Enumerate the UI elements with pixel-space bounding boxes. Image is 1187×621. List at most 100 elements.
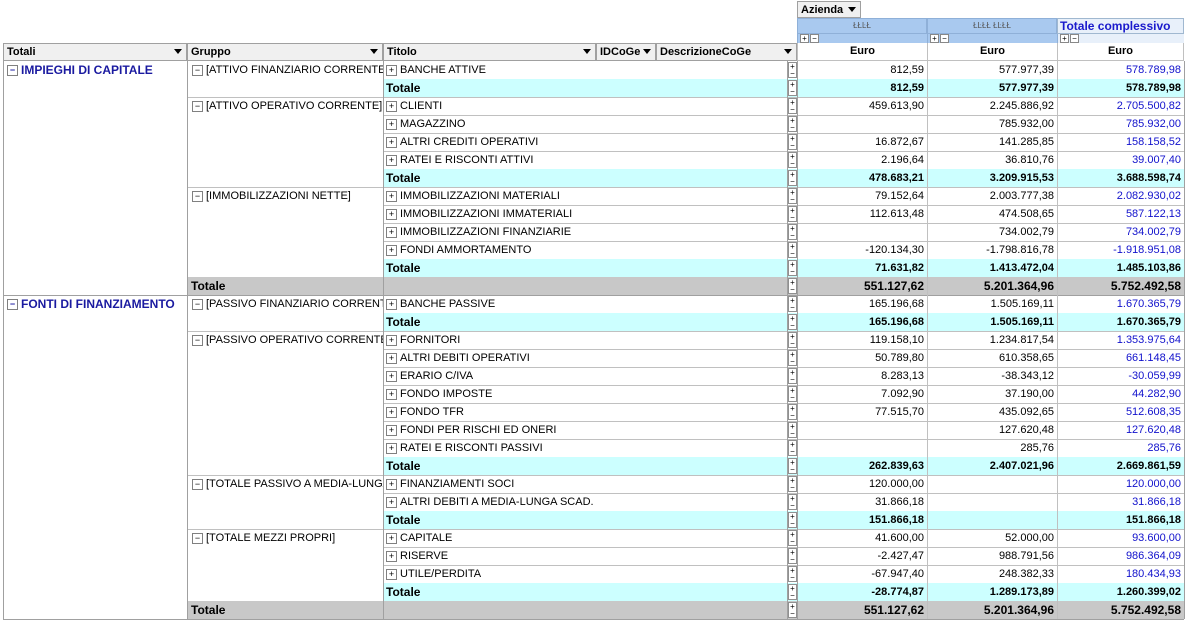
expand-icon[interactable]: + (930, 34, 939, 43)
title-cell[interactable]: + IMMOBILIZZAZIONI FINANZIARIE (383, 223, 787, 241)
expand-icon[interactable]: + (800, 34, 809, 43)
expand-collapse-button[interactable]: + − (788, 548, 797, 564)
title-cell[interactable]: + FONDI AMMORTAMENTO (383, 241, 787, 259)
expand-icon[interactable]: + (386, 298, 397, 310)
section-cell[interactable]: − FONTI DI FINANZIAMENTO (3, 295, 187, 313)
group-cell[interactable]: − [ATTIVO OPERATIVO CORRENTE] (187, 97, 383, 115)
collapse-icon[interactable]: − (192, 190, 203, 202)
expand-icon[interactable]: + (386, 100, 397, 112)
expand-collapse-button[interactable]: + − (788, 530, 797, 546)
expand-collapse-button[interactable]: + − (788, 296, 797, 312)
row-header-descrizione[interactable]: DescrizioneCoGe (656, 43, 797, 61)
title-cell[interactable]: + RATEI E RISCONTI ATTIVI (383, 151, 787, 169)
row-header-titolo[interactable]: Titolo (383, 43, 596, 61)
expand-collapse-button[interactable]: + − (788, 386, 797, 402)
expand-icon[interactable]: + (386, 352, 397, 364)
expand-icon[interactable]: + (386, 226, 397, 238)
collapse-icon[interactable]: − (1070, 34, 1079, 43)
expand-collapse-button[interactable]: + − (788, 512, 797, 528)
expand-collapse-button[interactable]: + − (788, 566, 797, 582)
expand-collapse-button[interactable]: + − (788, 314, 797, 330)
expand-icon[interactable]: + (386, 64, 397, 76)
expand-collapse-button[interactable]: + − (788, 116, 797, 132)
title-cell[interactable]: + FONDO TFR (383, 403, 787, 421)
expand-icon[interactable]: + (386, 136, 397, 148)
row-header-gruppo[interactable]: Gruppo (187, 43, 383, 61)
expand-icon[interactable]: + (386, 154, 397, 166)
collapse-icon[interactable]: − (810, 34, 819, 43)
expand-collapse-button[interactable]: + − (788, 170, 797, 186)
expand-collapse-button[interactable]: + − (788, 368, 797, 384)
expand-collapse-button[interactable]: + − (788, 584, 797, 600)
section-cell[interactable]: − IMPIEGHI DI CAPITALE (3, 61, 187, 79)
row-header-totali[interactable]: Totali (3, 43, 187, 61)
title-cell[interactable]: + BANCHE ATTIVE (383, 61, 787, 79)
expand-collapse-button[interactable]: + − (788, 440, 797, 456)
expand-icon[interactable]: + (386, 496, 397, 508)
expand-icon[interactable]: + (386, 568, 397, 580)
expand-collapse-button[interactable]: + − (788, 332, 797, 348)
group-cell[interactable]: − [IMMOBILIZZAZIONI NETTE] (187, 187, 383, 205)
column-header-grand-total[interactable]: Totale complessivo (1057, 18, 1184, 34)
azienda-filter[interactable]: Azienda (797, 1, 861, 18)
title-cell[interactable]: + ALTRI DEBITI OPERATIVI (383, 349, 787, 367)
expand-icon[interactable]: + (386, 190, 397, 202)
collapse-icon[interactable]: − (192, 100, 203, 112)
expand-icon[interactable]: + (386, 532, 397, 544)
expand-icon[interactable]: + (386, 424, 397, 436)
expand-collapse-button[interactable]: + − (788, 476, 797, 492)
collapse-icon[interactable]: − (192, 334, 203, 346)
expand-collapse-button[interactable]: + − (788, 350, 797, 366)
title-cell[interactable]: + FINANZIAMENTI SOCI (383, 475, 787, 493)
collapse-icon[interactable]: − (192, 64, 203, 76)
expand-icon[interactable]: + (386, 442, 397, 454)
group-cell[interactable]: − [PASSIVO OPERATIVO CORRENTE] (187, 331, 383, 349)
collapse-icon[interactable]: − (192, 298, 203, 310)
title-cell[interactable]: + RATEI E RISCONTI PASSIVI (383, 439, 787, 457)
group-cell[interactable]: − [ATTIVO FINANZIARIO CORRENTE] (187, 61, 383, 79)
expand-collapse-button[interactable]: + − (788, 260, 797, 276)
row-header-idcoge[interactable]: IDCoGe (596, 43, 656, 61)
expand-collapse-button[interactable]: + − (788, 152, 797, 168)
expand-collapse-button[interactable]: + − (788, 224, 797, 240)
title-cell[interactable]: + CLIENTI (383, 97, 787, 115)
expand-icon[interactable]: + (386, 118, 397, 130)
expand-collapse-button[interactable]: + − (788, 206, 797, 222)
expand-icon[interactable]: + (386, 406, 397, 418)
collapse-icon[interactable]: − (192, 532, 203, 544)
expand-icon[interactable]: + (386, 244, 397, 256)
expand-collapse-button[interactable]: + − (788, 278, 797, 294)
collapse-icon[interactable]: − (940, 34, 949, 43)
column-header-company2[interactable]: ŁĿŁŁ ŁĿŁŁ (927, 18, 1057, 34)
expand-collapse-button[interactable]: + − (788, 494, 797, 510)
title-cell[interactable]: + RISERVE (383, 547, 787, 565)
expand-collapse-button[interactable]: + − (788, 422, 797, 438)
title-cell[interactable]: + FONDO IMPOSTE (383, 385, 787, 403)
expand-collapse-button[interactable]: + − (788, 188, 797, 204)
expand-icon[interactable]: + (386, 388, 397, 400)
expand-icon[interactable]: + (386, 370, 397, 382)
expand-icon[interactable]: + (386, 478, 397, 490)
expand-icon[interactable]: + (386, 208, 397, 220)
expand-collapse-button[interactable]: + − (788, 458, 797, 474)
expand-collapse-button[interactable]: + − (788, 62, 797, 78)
expand-icon[interactable]: + (386, 550, 397, 562)
expand-icon[interactable]: + (1060, 34, 1069, 43)
title-cell[interactable]: + MAGAZZINO (383, 115, 787, 133)
title-cell[interactable]: + IMMOBILIZZAZIONI IMMATERIALI (383, 205, 787, 223)
title-cell[interactable]: + UTILE/PERDITA (383, 565, 787, 583)
title-cell[interactable]: + BANCHE PASSIVE (383, 295, 787, 313)
title-cell[interactable]: + FORNITORI (383, 331, 787, 349)
title-cell[interactable]: + ALTRI CREDITI OPERATIVI (383, 133, 787, 151)
collapse-icon[interactable]: − (7, 65, 18, 77)
column-header-company1[interactable]: ŁŁĿŁ (797, 18, 927, 34)
expand-collapse-button[interactable]: + − (788, 602, 797, 618)
expand-icon[interactable]: + (386, 334, 397, 346)
title-cell[interactable]: + ERARIO C/IVA (383, 367, 787, 385)
title-cell[interactable]: + CAPITALE (383, 529, 787, 547)
collapse-icon[interactable]: − (192, 478, 203, 490)
group-cell[interactable]: − [PASSIVO FINANZIARIO CORRENTE] (187, 295, 383, 313)
expand-collapse-button[interactable]: + − (788, 98, 797, 114)
group-cell[interactable]: − [TOTALE PASSIVO A MEDIA-LUNGA (187, 475, 383, 493)
expand-collapse-button[interactable]: + − (788, 80, 797, 96)
